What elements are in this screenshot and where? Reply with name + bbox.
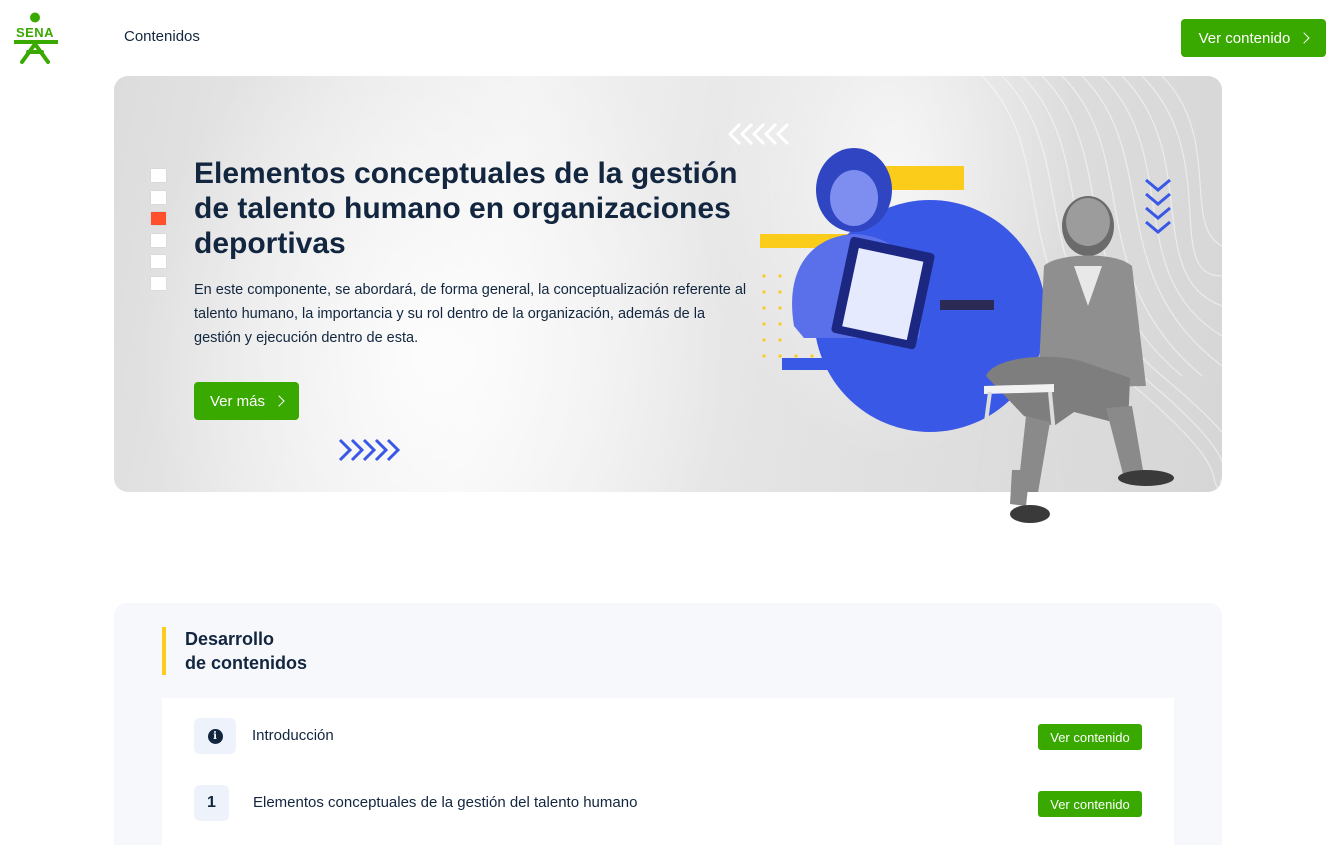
- section-title: Desarrollo de contenidos: [162, 627, 307, 675]
- chevron-right-icon: [273, 395, 285, 407]
- top-header: SENA Contenidos Ver contenido: [0, 0, 1336, 76]
- content-section: Desarrollo de contenidos i Introducción …: [114, 603, 1222, 845]
- slider-indicator: [151, 169, 167, 298]
- chevron-right-icon: [1298, 32, 1311, 44]
- list-item-label: Elementos conceptuales de la gestión del…: [253, 794, 638, 811]
- content-list: i Introducción Ver contenido 1 Elementos…: [162, 698, 1174, 845]
- list-item-label: Introducción: [252, 727, 334, 744]
- slider-dot[interactable]: [151, 276, 166, 290]
- logo-text: SENA: [16, 25, 54, 40]
- list-item[interactable]: i Introducción Ver contenido: [194, 718, 1142, 758]
- slider-dot-active[interactable]: [151, 212, 166, 225]
- section-title-line2: de contenidos: [185, 653, 308, 673]
- ver-contenido-button[interactable]: Ver contenido: [1038, 724, 1142, 750]
- slider-dot[interactable]: [151, 255, 166, 268]
- slider-dot[interactable]: [151, 190, 166, 204]
- hero-description: En este componente, se abordará, de form…: [194, 282, 747, 346]
- row-number: 1: [194, 785, 229, 821]
- sena-logo[interactable]: SENA: [8, 12, 64, 64]
- slider-dot[interactable]: [151, 233, 166, 247]
- info-icon: i: [207, 728, 223, 744]
- list-item[interactable]: 1 Elementos conceptuales de la gestión d…: [194, 785, 1142, 825]
- hero-banner: Elementos conceptuales de la gestión de …: [114, 76, 1222, 492]
- people-illustration: [760, 148, 1174, 492]
- ver-contenido-header-label: Ver contenido: [1198, 29, 1291, 47]
- ver-mas-button[interactable]: Ver más: [194, 382, 299, 420]
- nav-contenidos[interactable]: Contenidos: [124, 28, 200, 45]
- section-title-line1: Desarrollo: [185, 629, 275, 649]
- row-marker: i: [194, 718, 236, 754]
- slider-dot[interactable]: [151, 169, 166, 182]
- double-chevrons-right-icon: [338, 438, 401, 462]
- hero-title: Elementos conceptuales de la gestión de …: [194, 157, 738, 260]
- ver-contenido-button[interactable]: Ver contenido: [1038, 791, 1142, 817]
- shoe-overflow-decoration: [1010, 470, 1050, 523]
- ver-contenido-header-button[interactable]: Ver contenido: [1181, 19, 1326, 57]
- ver-mas-label: Ver más: [209, 392, 266, 410]
